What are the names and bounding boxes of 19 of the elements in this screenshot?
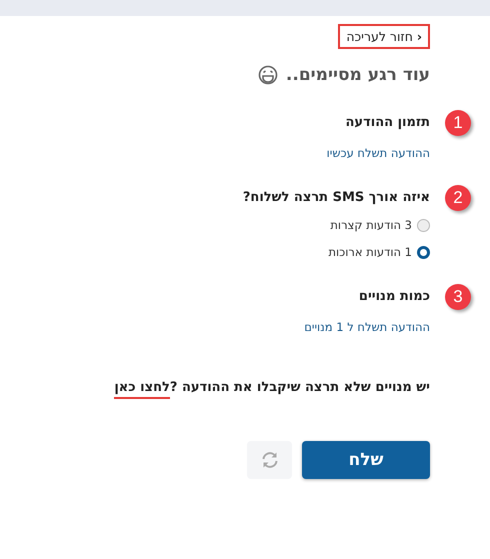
click-here-link[interactable]: לחצו כאן	[114, 380, 170, 399]
refresh-button[interactable]	[247, 441, 292, 479]
section-heading: כמות מנויים	[358, 289, 430, 304]
section-heading: תזמון ההודעה	[346, 115, 430, 130]
step-number-badge: 1	[445, 110, 471, 136]
section-heading: איזה אורך SMS תרצה לשלוח?	[242, 190, 430, 205]
emoji-icon	[258, 65, 278, 85]
page-title: עוד רגע מסיימים..	[286, 65, 430, 85]
radio-button[interactable]	[417, 218, 430, 232]
section-info: ההודעה תשלח עכשיו	[326, 146, 430, 160]
radio-label: 3 הודעות קצרות	[330, 218, 412, 232]
step-number-badge: 2	[445, 184, 471, 210]
radio-button[interactable]	[417, 246, 430, 258]
refresh-icon	[260, 450, 280, 470]
radio-label: 1 הודעות ארוכות	[328, 245, 412, 259]
section-info: ההודעה תשלח ל 1 מנויים	[303, 320, 430, 334]
send-button[interactable]: שלח	[302, 441, 430, 479]
step-number-badge: 3	[445, 284, 471, 310]
back-link[interactable]: ‹ חזור לעריכה	[338, 24, 430, 49]
